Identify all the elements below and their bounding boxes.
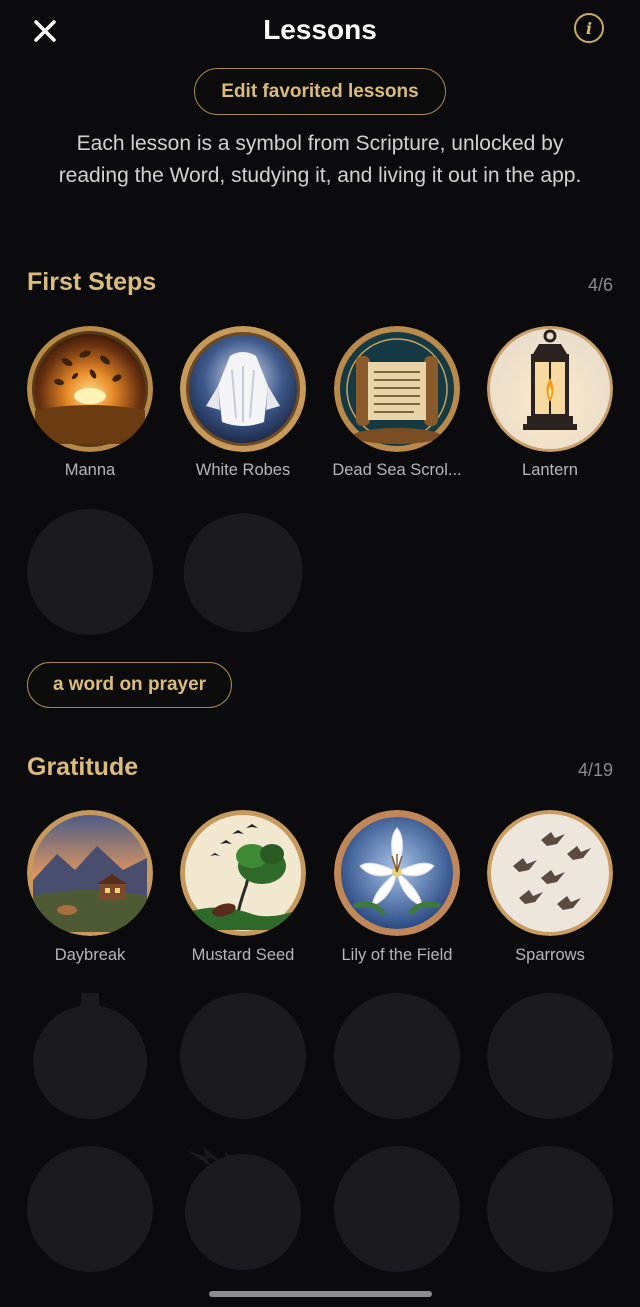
badge-label-sparrows: Sparrows [515, 946, 585, 964]
section-title-gratitude: Gratitude [27, 753, 139, 781]
badge-label-dead-sea-scrolls: Dead Sea Scrol... [332, 461, 462, 479]
lantern-icon[interactable] [487, 326, 613, 452]
info-icon[interactable]: i [574, 13, 604, 43]
lily-icon[interactable] [334, 810, 460, 936]
daybreak-icon[interactable] [27, 810, 153, 936]
info-glyph: i [585, 18, 593, 38]
section-title-first-steps: First Steps [27, 268, 157, 296]
badge-label-white-robes: White Robes [195, 461, 291, 479]
scroll-icon[interactable] [334, 326, 460, 452]
badge-label-lily-of-the-field: Lily of the Field [341, 946, 453, 964]
sparrows-icon[interactable] [487, 810, 613, 936]
locked-badge[interactable] [487, 1146, 613, 1272]
a-word-on-prayer-button[interactable]: a word on prayer [27, 662, 232, 708]
locked-badge[interactable] [27, 993, 153, 1119]
section-count-gratitude: 4/19 [577, 760, 613, 780]
header: Lessons i [0, 0, 640, 62]
edit-favorited-lessons-button[interactable]: Edit favorited lessons [194, 68, 446, 115]
section-count-first-steps: 4/6 [587, 275, 613, 295]
badge-label-manna: Manna [64, 461, 116, 479]
locked-badge[interactable] [27, 1146, 153, 1272]
mustard-seed-icon[interactable] [180, 810, 306, 936]
locked-badge[interactable] [27, 509, 153, 635]
badge-label-daybreak: Daybreak [54, 946, 126, 964]
lessons-description: Each lesson is a symbol from Scripture, … [58, 132, 582, 187]
locked-badge[interactable] [334, 993, 460, 1119]
locked-badge[interactable] [180, 509, 306, 635]
white-robes-icon[interactable] [180, 326, 306, 452]
locked-badge[interactable] [180, 993, 306, 1119]
badge-label-mustard-seed: Mustard Seed [191, 946, 295, 964]
locked-badge[interactable] [487, 993, 613, 1119]
locked-badge[interactable] [334, 1146, 460, 1272]
manna-icon[interactable] [27, 326, 153, 452]
locked-badge[interactable] [180, 1146, 306, 1272]
badge-label-lantern: Lantern [522, 461, 578, 479]
home-indicator[interactable] [209, 1291, 432, 1297]
page-title: Lessons [263, 14, 377, 45]
